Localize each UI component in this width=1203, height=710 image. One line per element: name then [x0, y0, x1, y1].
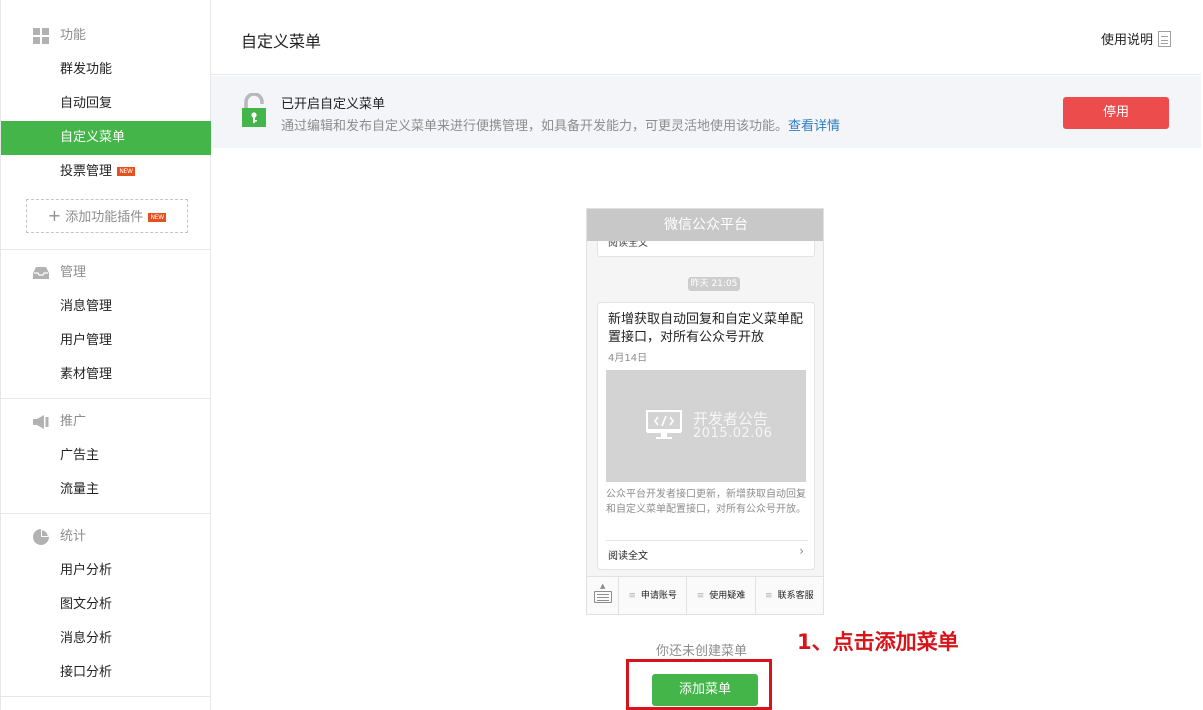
menu-lines-icon: ≡: [696, 591, 705, 601]
sidebar-item-label: 接口分析: [60, 665, 113, 680]
page-title: 自定义菜单: [241, 32, 322, 51]
cover-date: 2015.02.06: [693, 426, 773, 441]
article-date: 4月14日: [608, 353, 648, 364]
help-link-label: 使用说明: [1100, 33, 1153, 48]
sidebar-item-messages[interactable]: 消息管理: [1, 290, 211, 324]
phone-menu-item: ≡ 使用疑难: [687, 577, 756, 614]
sidebar-item-label: 自动回复: [60, 96, 113, 111]
add-plugin-label: 添加功能插件: [65, 210, 144, 225]
article-cover: 开发者公告 2015.02.06: [606, 370, 806, 482]
notice-description-text: 通过编辑和发布自定义菜单来进行便携管理，如具备开发能力，可更灵活地使用该功能。: [281, 119, 789, 134]
sidebar-item-mass-send[interactable]: 群发功能: [1, 53, 211, 87]
phone-menu-label: 使用疑难: [709, 591, 746, 601]
add-plugin-button[interactable]: + 添加功能插件 NEW: [26, 199, 188, 233]
annotation-highlight-box: [626, 659, 772, 710]
sidebar-item-label: 消息管理: [60, 299, 113, 314]
sidebar-item-api-analysis[interactable]: 接口分析: [1, 656, 211, 690]
phone-menu-item: ≡ 申请账号: [619, 577, 688, 614]
phone-preview: 阅读全文 微信公众平台 昨天 21:05 新增获取自动回复和自定义菜单配置接口，…: [586, 208, 824, 615]
sidebar-divider: [1, 249, 211, 250]
sidebar-item-users[interactable]: 用户管理: [1, 324, 211, 358]
sidebar-section-title-promotion: 推广: [32, 412, 86, 432]
page-header: 自定义菜单 使用说明: [211, 0, 1201, 75]
new-badge: NEW: [117, 167, 136, 176]
sidebar-item-user-analysis[interactable]: 用户分析: [1, 554, 211, 588]
article-divider: [606, 540, 808, 541]
sidebar-item-label: 自定义菜单: [60, 130, 126, 145]
annotation-text: 1、点击添加菜单: [797, 630, 959, 654]
sidebar-item-publisher[interactable]: 流量主: [1, 473, 211, 507]
phone-menu-bar: ▲ ≡ 申请账号 ≡ 使用疑难 ≡ 联系客服: [587, 576, 823, 614]
code-monitor-icon: [646, 410, 682, 439]
sidebar-item-label: 消息分析: [60, 631, 113, 646]
article-title: 新增获取自动回复和自定义菜单配置接口，对所有公众号开放: [608, 312, 804, 345]
inbox-icon: [33, 267, 49, 279]
megaphone-icon: [33, 415, 49, 429]
document-icon: [1158, 30, 1171, 47]
phone-menu-label: 申请账号: [640, 591, 677, 601]
sidebar-item-message-analysis[interactable]: 消息分析: [1, 622, 211, 656]
sidebar-item-vote[interactable]: 投票管理 NEW: [1, 155, 211, 189]
sidebar-item-label: 用户分析: [60, 563, 113, 578]
sidebar-item-label: 用户管理: [60, 333, 113, 348]
sidebar-section-title-features: 功能: [32, 26, 86, 46]
section-label: 推广: [60, 414, 87, 429]
sidebar-item-label: 群发功能: [60, 62, 113, 77]
sidebar-item-custom-menu[interactable]: 自定义菜单: [1, 121, 211, 155]
menu-lines-icon: ≡: [765, 591, 773, 601]
menu-lines-icon: ≡: [628, 591, 636, 601]
article-summary: 公众平台开发者接口更新，新增获取自动回复和自定义菜单配置接口，对所有公众号开放。: [606, 489, 806, 515]
sidebar-item-auto-reply[interactable]: 自动回复: [1, 87, 211, 121]
empty-menu-tip: 你还未创建菜单: [656, 644, 748, 659]
view-details-link[interactable]: 查看详情: [788, 119, 840, 134]
plus-icon: +: [47, 206, 62, 225]
grid-icon: [33, 28, 49, 44]
section-label: 功能: [60, 28, 87, 43]
sidebar-section-title-manage: 管理: [32, 263, 86, 283]
sidebar-divider: [1, 398, 211, 399]
help-link[interactable]: 使用说明: [1101, 29, 1171, 48]
sidebar-item-materials[interactable]: 素材管理: [1, 358, 211, 392]
keyboard-toggle: ▲: [587, 577, 619, 614]
unlock-icon: [242, 93, 266, 127]
sidebar-item-article-analysis[interactable]: 图文分析: [1, 588, 211, 622]
section-label: 统计: [60, 529, 87, 544]
phone-title-bar: 微信公众平台: [587, 209, 823, 241]
sidebar-item-label: 图文分析: [60, 597, 113, 612]
sidebar-section-title-stats: 统计: [32, 527, 86, 547]
sidebar-item-label: 素材管理: [60, 367, 113, 382]
article-read-more: 阅读全文: [608, 551, 648, 562]
status-notice: 已开启自定义菜单 通过编辑和发布自定义菜单来进行便携管理，如具备开发能力，可更灵…: [211, 76, 1201, 148]
article-message-card: 新增获取自动回复和自定义菜单配置接口，对所有公众号开放 4月14日 开发者公告 …: [597, 302, 815, 570]
notice-title: 已开启自定义菜单: [281, 97, 386, 112]
caret-up-icon: ▲: [600, 582, 606, 590]
notice-description: 通过编辑和发布自定义菜单来进行便携管理，如具备开发能力，可更灵活地使用该功能。查…: [281, 115, 840, 134]
pie-chart-icon: [33, 529, 49, 545]
sidebar-item-advertiser[interactable]: 广告主: [1, 439, 211, 473]
sidebar-item-label: 流量主: [60, 482, 100, 497]
chevron-right-icon: ›: [799, 544, 804, 558]
phone-menu-item: ≡ 联系客服: [756, 577, 823, 614]
section-label: 管理: [60, 265, 87, 280]
sidebar-item-label: 投票管理: [60, 164, 113, 179]
sidebar-divider: [1, 513, 211, 514]
sidebar-item-label: 广告主: [60, 448, 100, 463]
sidebar: 功能 群发功能 自动回复 自定义菜单 投票管理 NEW + 添加功能插件 NEW 管理…: [0, 0, 211, 710]
phone-menu-label: 联系客服: [777, 591, 814, 601]
sidebar-divider: [1, 696, 211, 697]
message-time: 昨天 21:05: [688, 277, 740, 291]
keyboard-icon: [594, 591, 612, 603]
new-badge: NEW: [148, 213, 167, 222]
disable-button[interactable]: 停用: [1063, 97, 1169, 129]
